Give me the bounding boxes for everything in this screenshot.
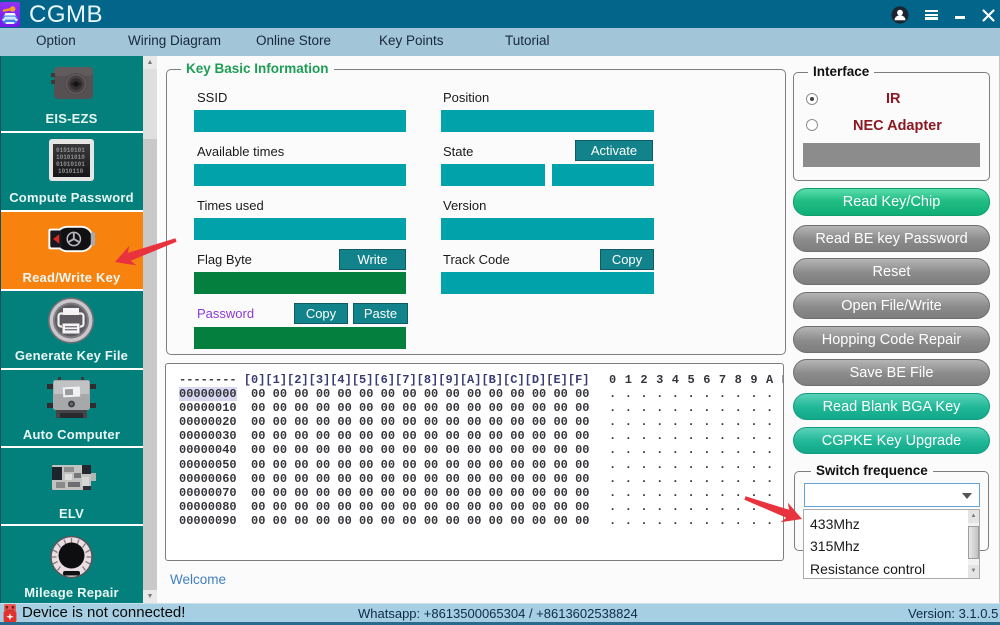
svg-text:1010110: 1010110	[58, 168, 84, 175]
svg-text:10101010: 10101010	[56, 154, 85, 161]
svg-text:01010101: 01010101	[56, 161, 85, 168]
svg-text:01010101: 01010101	[56, 147, 85, 154]
